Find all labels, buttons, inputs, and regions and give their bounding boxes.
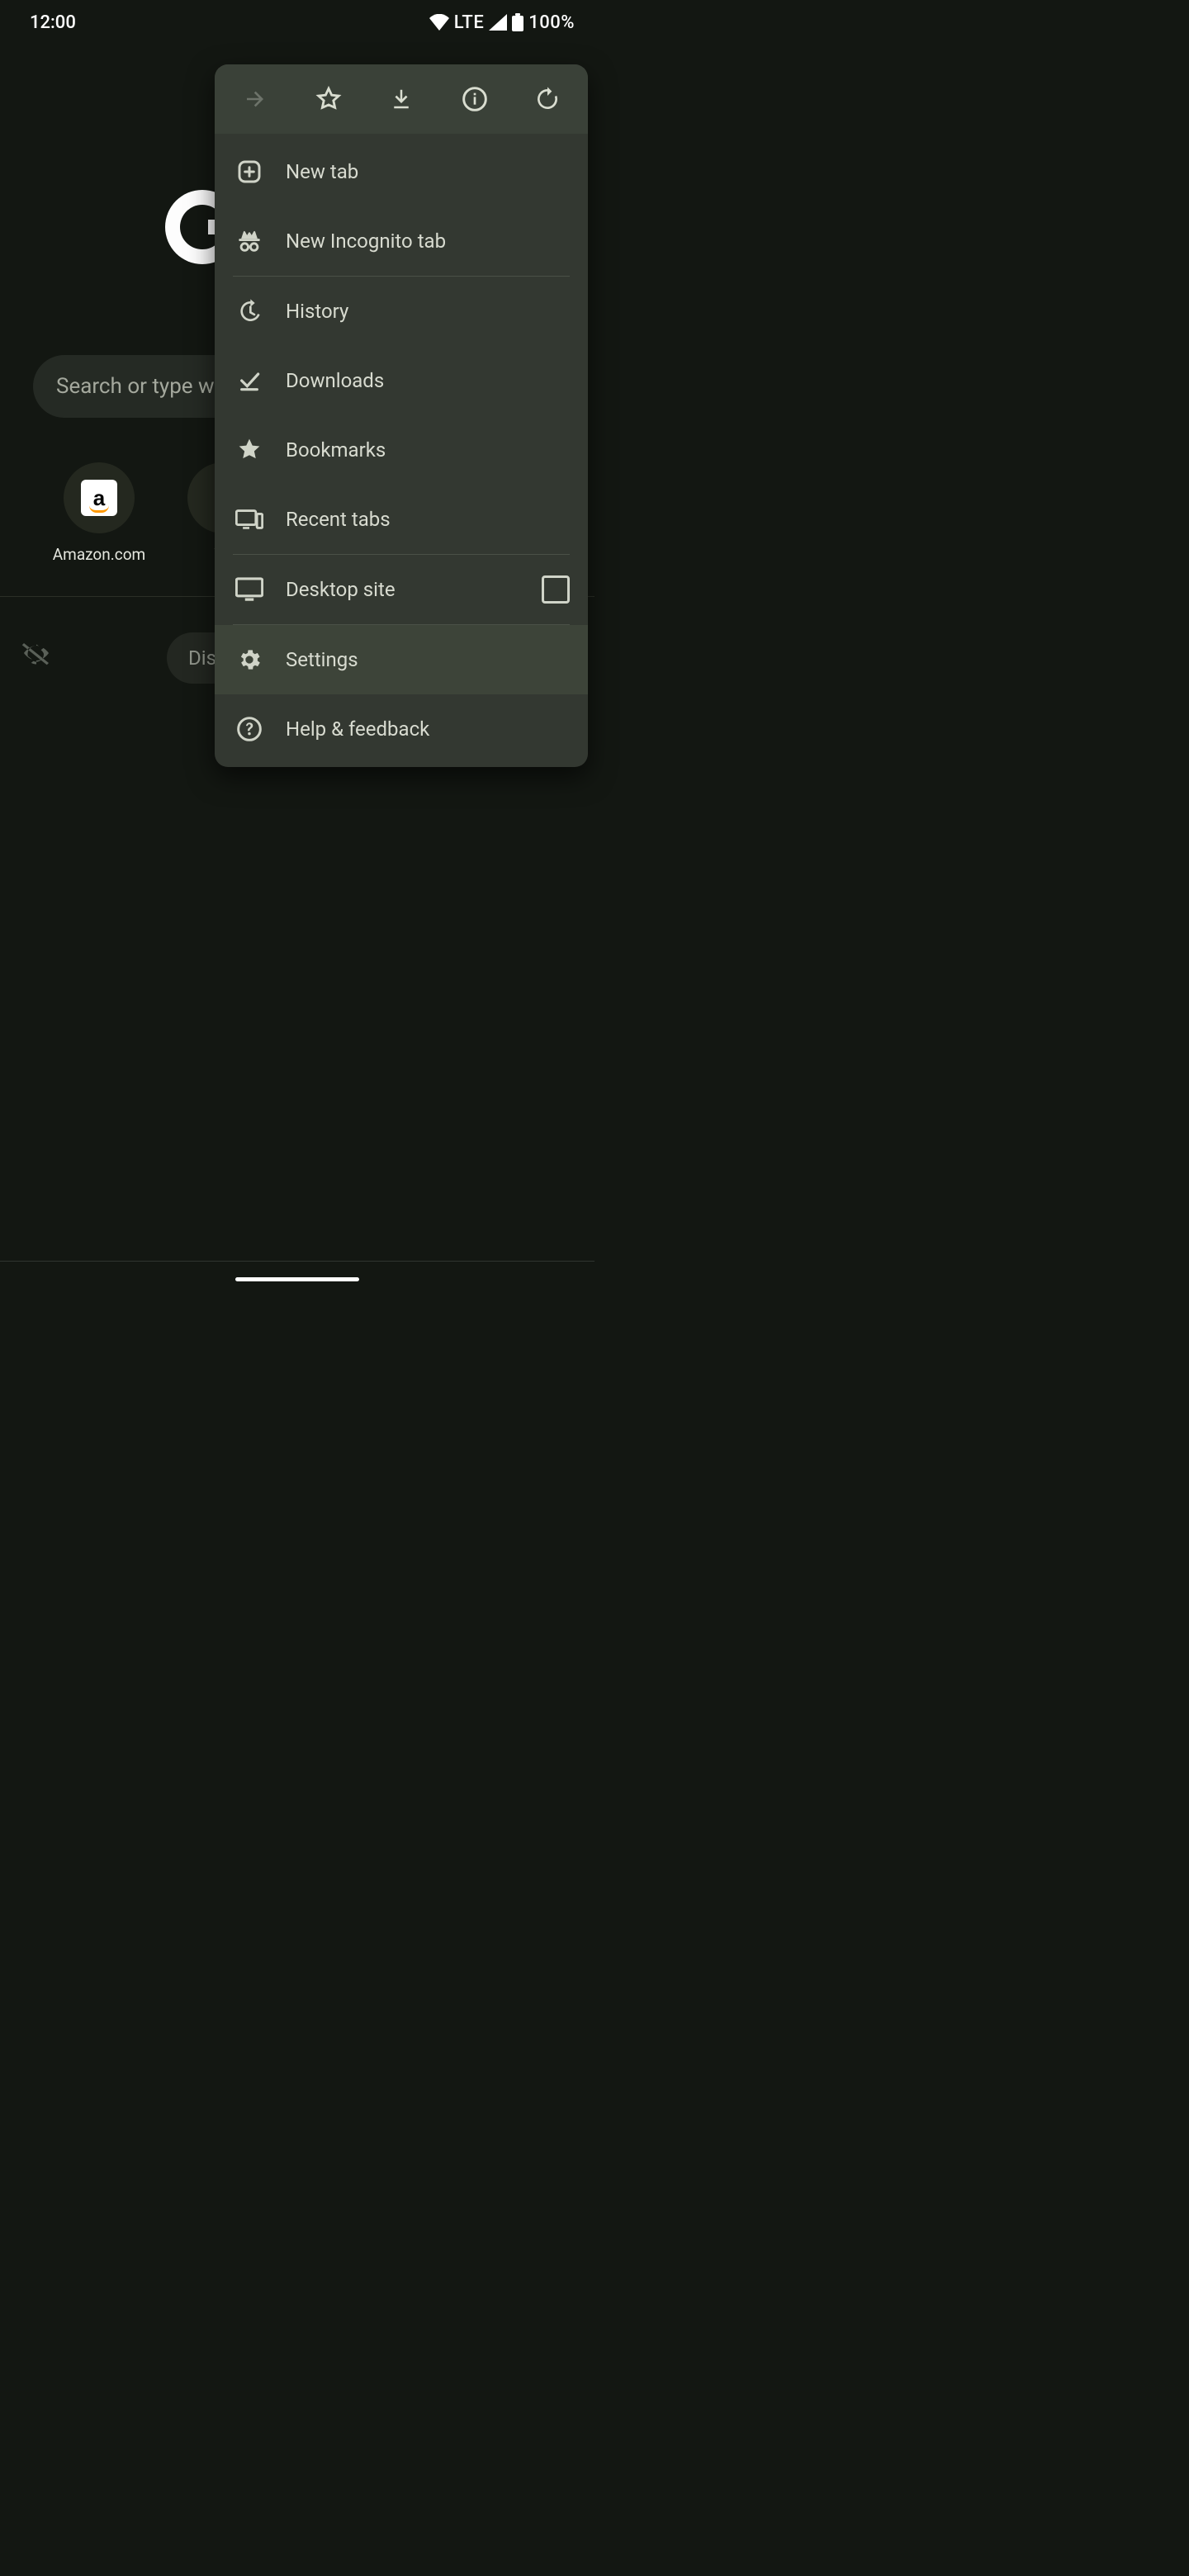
gesture-bar [235,1277,359,1281]
shortcut-label: Amazon.com [53,545,145,564]
search-placeholder: Search or type w [56,374,215,399]
menu-item-settings[interactable]: Settings [215,625,588,694]
menu-item-downloads[interactable]: Downloads [215,346,588,415]
forward-button[interactable] [231,75,279,123]
help-icon [233,716,266,742]
recent-tabs-icon [233,507,266,532]
page-info-button[interactable] [451,75,499,123]
menu-item-label: Help & feedback [286,717,570,741]
overflow-menu: New tab New Incognito tab History Downlo… [215,64,588,767]
discover-pill-label: Dis [188,646,216,670]
menu-item-label: New Incognito tab [286,230,570,253]
history-icon [233,298,266,324]
menu-item-label: Recent tabs [286,508,570,531]
menu-item-label: New tab [286,160,570,183]
hide-feed-icon[interactable] [21,641,51,669]
menu-item-label: Bookmarks [286,438,570,462]
new-tab-icon [233,159,266,185]
bookmark-star-button[interactable] [305,75,353,123]
bottom-separator [0,1261,594,1262]
menu-item-new-tab[interactable]: New tab [215,137,588,206]
incognito-icon [233,227,266,255]
menu-item-recent-tabs[interactable]: Recent tabs [215,485,588,554]
desktop-icon [233,577,266,602]
reload-button[interactable] [523,75,571,123]
bookmarks-icon [233,437,266,463]
menu-list: New tab New Incognito tab History Downlo… [215,134,588,767]
shortcut-amazon-icon: a [64,462,135,533]
menu-item-bookmarks[interactable]: Bookmarks [215,415,588,485]
downloads-icon [233,367,266,394]
menu-item-label: Downloads [286,369,570,392]
menu-item-history[interactable]: History [215,277,588,346]
menu-item-label: Desktop site [286,578,522,601]
shortcut-amazon[interactable]: a Amazon.com [50,462,149,564]
settings-icon [233,646,266,673]
desktop-site-checkbox[interactable] [542,575,570,604]
menu-item-desktop-site[interactable]: Desktop site [215,555,588,624]
menu-item-incognito[interactable]: New Incognito tab [215,206,588,276]
download-button[interactable] [377,75,425,123]
menu-item-help[interactable]: Help & feedback [215,694,588,764]
menu-item-label: History [286,300,570,323]
menu-top-actions [215,64,588,134]
menu-item-label: Settings [286,648,570,671]
